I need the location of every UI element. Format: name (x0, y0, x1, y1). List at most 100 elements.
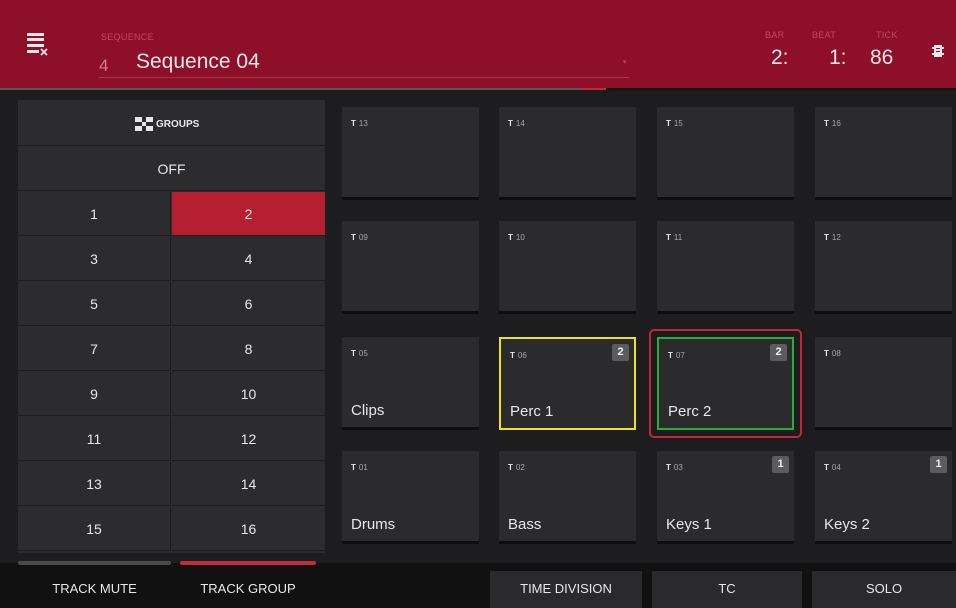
group-button-15[interactable]: 15 (18, 507, 171, 551)
track-prefix: T (666, 119, 671, 128)
track-pad-label: T 05 (351, 349, 368, 358)
tick-value[interactable]: 86 (870, 46, 893, 70)
group-button-9[interactable]: 9 (18, 372, 171, 416)
track-prefix: T (510, 351, 515, 360)
playhead-progress (0, 88, 606, 90)
group-button-6[interactable]: 6 (172, 282, 325, 326)
group-button-10[interactable]: 10 (172, 372, 325, 416)
track-prefix: T (666, 233, 671, 242)
tc-button[interactable]: TC (652, 571, 802, 608)
track-pad-05[interactable]: T 05 Clips (342, 337, 479, 430)
group-badge: 1 (772, 456, 789, 473)
track-number: 05 (358, 349, 368, 358)
group-button-12[interactable]: 12 (172, 417, 325, 461)
track-pad-14[interactable]: T 14 (499, 107, 636, 200)
track-pad-09[interactable]: T 09 (342, 221, 479, 314)
track-number: 02 (515, 463, 525, 472)
chevron-down-icon[interactable]: ▾ (623, 58, 627, 66)
group-button-2[interactable]: 2 (172, 192, 325, 236)
track-prefix: T (824, 119, 829, 128)
track-pad-04[interactable]: T 04 1 Keys 2 (815, 451, 952, 544)
track-pad-16[interactable]: T 16 (815, 107, 952, 200)
track-pad-12[interactable]: T 12 (815, 221, 952, 314)
playhead-marker (581, 88, 606, 90)
group-button-5[interactable]: 5 (18, 282, 171, 326)
track-pad-name: Bass (508, 516, 542, 533)
track-number: 04 (831, 463, 841, 472)
track-pad-label: T 02 (508, 463, 525, 472)
track-prefix: T (508, 463, 513, 472)
sequence-field-underline (99, 77, 629, 78)
beat-label: BEAT (812, 30, 837, 40)
track-pad-10[interactable]: T 10 (499, 221, 636, 314)
track-pad-label: T 15 (666, 119, 683, 128)
track-pad-label: T 13 (351, 119, 368, 128)
track-number: 12 (831, 233, 841, 242)
group-button-1[interactable]: 1 (18, 192, 171, 236)
time-division-button[interactable]: TIME DIVISION (490, 571, 642, 608)
track-number: 09 (358, 233, 368, 242)
group-button-7[interactable]: 7 (18, 327, 171, 371)
track-pad-name: Drums (351, 516, 396, 533)
group-button-8[interactable]: 8 (172, 327, 325, 371)
track-group-tab[interactable]: TRACK GROUP (180, 571, 316, 608)
track-pad-name: Keys 1 (666, 516, 712, 533)
group-button-3[interactable]: 3 (18, 237, 171, 281)
track-number: 11 (673, 233, 683, 242)
track-pad-name: Clips (351, 402, 385, 419)
sequence-label: SEQUENCE (101, 32, 154, 42)
track-prefix: T (508, 119, 513, 128)
track-number: 08 (831, 349, 841, 358)
sequence-name[interactable]: Sequence 04 (136, 50, 260, 74)
track-pad-11[interactable]: T 11 (657, 221, 794, 314)
track-mute-tab[interactable]: TRACK MUTE (18, 571, 171, 608)
group-button-16[interactable]: 16 (172, 507, 325, 551)
track-pad-06[interactable]: T 06 2 Perc 1 (499, 337, 636, 430)
track-pad-label: T 10 (508, 233, 525, 242)
track-pad-02[interactable]: T 02 Bass (499, 451, 636, 544)
track-prefix: T (351, 463, 356, 472)
track-pad-name: Keys 2 (824, 516, 870, 533)
track-prefix: T (824, 463, 829, 472)
group-badge: 1 (930, 456, 947, 473)
menu-icon[interactable] (932, 44, 944, 58)
track-prefix: T (351, 349, 356, 358)
track-pad-label: T 09 (351, 233, 368, 242)
track-pad-label: T 12 (824, 233, 841, 242)
pad-focus-outline (649, 329, 802, 438)
track-pad-label: T 04 (824, 463, 841, 472)
track-pad-label: T 16 (824, 119, 841, 128)
track-number: 06 (517, 351, 527, 360)
track-prefix: T (824, 233, 829, 242)
group-badge: 2 (612, 344, 629, 361)
track-number: 01 (358, 463, 368, 472)
track-prefix: T (508, 233, 513, 242)
groups-off-button[interactable]: OFF (18, 147, 325, 191)
track-pad-03[interactable]: T 03 1 Keys 1 (657, 451, 794, 544)
track-pad-label: T 01 (351, 463, 368, 472)
track-number: 15 (673, 119, 683, 128)
track-number: 10 (515, 233, 525, 242)
track-pad-08[interactable]: T 08 (815, 337, 952, 430)
sequence-number: 4 (99, 56, 109, 75)
groups-title: GROUPS (156, 119, 200, 130)
beat-value[interactable]: 1: (829, 46, 847, 70)
group-button-14[interactable]: 14 (172, 462, 325, 506)
group-button-11[interactable]: 11 (18, 417, 171, 461)
group-button-4[interactable]: 4 (172, 237, 325, 281)
bar-value[interactable]: 2: (771, 46, 789, 70)
track-pad-13[interactable]: T 13 (342, 107, 479, 200)
sequence-edit-icon[interactable] (26, 32, 50, 60)
solo-button[interactable]: SOLO (812, 571, 956, 608)
track-number: 16 (831, 119, 841, 128)
track-pad-15[interactable]: T 15 (657, 107, 794, 200)
groups-icon (135, 117, 153, 131)
track-pad-label: T 14 (508, 119, 525, 128)
track-pad-01[interactable]: T 01 Drums (342, 451, 479, 544)
tick-label: TICK (876, 30, 898, 40)
header-bar: SEQUENCE 4 Sequence 04 ▾ BAR 2: BEAT 1: … (0, 0, 956, 88)
group-button-13[interactable]: 13 (18, 462, 171, 506)
groups-panel: GROUPS OFF 1 2 3 4 5 6 7 8 9 10 11 12 13 14 15 16 (18, 100, 325, 553)
bar-label: BAR (765, 30, 785, 40)
track-pad-name: Perc 1 (510, 403, 554, 420)
